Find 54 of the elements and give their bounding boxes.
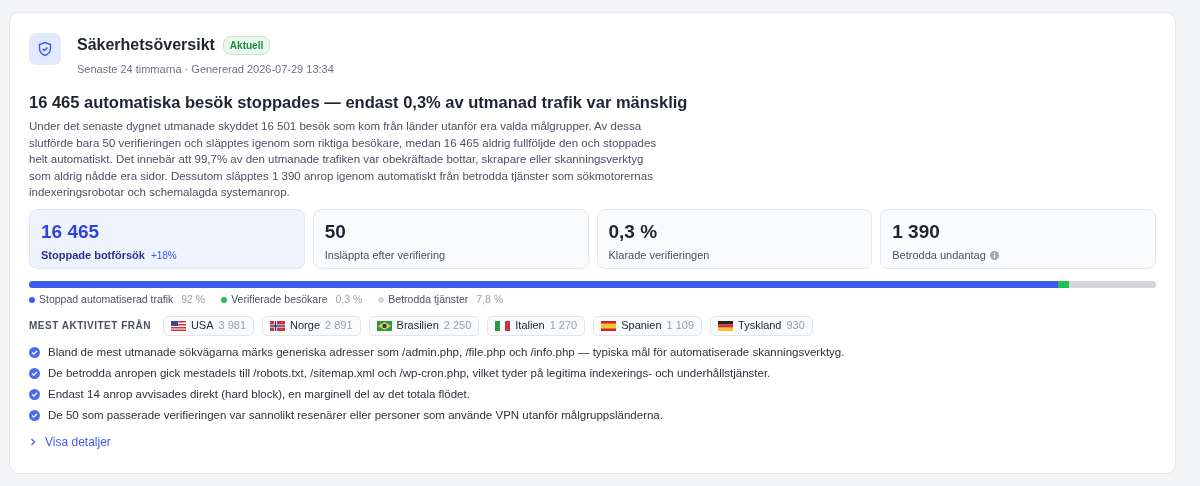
country-count: 2 891	[325, 318, 353, 334]
check-icon	[29, 367, 40, 379]
headline: 16 465 automatiska besök stoppades — endast 0,3% av utmanad trafik var mänsklig	[29, 91, 689, 113]
stat-card[interactable]: 50 Insläppta efter verifiering	[312, 208, 589, 269]
finding-text: Bland de mest utmanade sökvägarna märks generiska adresser som /admin.php, /file.php och /info.php — typiska mål för automatiserade skanningsverktyg.	[48, 344, 845, 360]
country-name: Brasilien	[396, 318, 439, 334]
shield-icon	[29, 33, 61, 65]
flag-icon	[601, 320, 617, 331]
check-icon	[29, 389, 40, 401]
stat-label: Insläppta efter verifiering	[324, 247, 446, 263]
country-count: 3 981	[218, 318, 247, 334]
flag-icon	[495, 320, 511, 331]
finding-text: De betrodda anropen gick mestadels till /robots.txt, /sitemap.xml och /wp-cron.php, vilket tyder på legitima indexerings- och underhållstjänster.	[48, 365, 771, 381]
trend-value: +18%	[150, 248, 177, 263]
legend-label: Stoppad automatiserad trafik	[39, 291, 174, 307]
legend-value: 0,3 %	[335, 291, 363, 307]
country-name: Spanien	[621, 318, 662, 334]
legend-value: 7,8 %	[476, 291, 504, 307]
country-count: 930	[786, 318, 805, 334]
stat-card[interactable]: 0,3 % Klarade verifieringen	[596, 208, 873, 269]
status-badge: Aktuell	[222, 35, 271, 55]
stat-label: Klarade verifieringen	[608, 247, 710, 263]
stat-value: 16 465	[41, 220, 101, 243]
legend-label: Verifierade besökare	[231, 291, 328, 307]
chevron-icon	[29, 437, 37, 446]
country-name: Italien	[515, 318, 545, 334]
country-name: Norge	[290, 318, 321, 334]
country-count: 1 270	[549, 318, 578, 334]
subtitle: Senaste 24 timmarna · Genererad 2026-07-29 13:34	[77, 62, 334, 77]
flag-icon	[376, 320, 392, 331]
stat-card[interactable]: 1 390 Betrodda undantag	[880, 208, 1156, 269]
stat-card[interactable]: 16 465 Stoppade botförsök +18%	[29, 208, 305, 269]
stat-value: 0,3 %	[608, 220, 659, 243]
country-name: Tyskland	[738, 318, 782, 334]
country-name: USA	[190, 318, 214, 334]
legend-label: Betrodda tjänster	[388, 291, 469, 307]
finding-text: De 50 som passerade verifieringen var sannolikt resenärer eller personer som använde VPN utanför målgruppsländerna.	[48, 408, 663, 424]
stat-value: 1 390	[892, 220, 941, 243]
stat-label: Stoppade botförsök	[41, 247, 145, 263]
section-label: MEST AKTIVITET FRÅN	[29, 318, 151, 333]
check-icon	[29, 410, 40, 422]
legend-value: 92 %	[181, 291, 206, 307]
details-link[interactable]: Visa detaljer	[29, 432, 111, 451]
stat-value: 50	[324, 220, 347, 243]
country-count: 2 250	[443, 318, 472, 334]
stat-label: Betrodda undantag	[892, 247, 986, 263]
flag-icon	[170, 320, 186, 331]
check-icon	[29, 346, 40, 358]
finding-text: Endast 14 anrop avvisades direkt (hard block), en marginell del av det totala flödet.	[48, 387, 470, 402]
country-count: 1 109	[666, 318, 695, 334]
summary-paragraph: Under det senaste dygnet utmanade skyddet 16 501 besök som kom från länder utanför era valda målgrupper. Av dessa slutförde bara 50 verifieringen och släpptes igenom som riktiga besökare, medan 16 465 aldrig fullföljde den och stoppades helt automatiskt. Det innebär att 99,7% av den utmanade trafiken var obekräftade bottar, skrapare eller skanningsverktyg som aldrig nådde era sidor. Dessutom släpptes 1 390 anrop igenom automatiskt från betrodda tjänster som sökmotorernas indexeringsrobotar och schemalagda systemanrop.	[29, 119, 658, 201]
flag-icon	[718, 320, 734, 331]
card-title: Säkerhetsöversikt	[77, 35, 215, 55]
flag-icon	[270, 320, 286, 331]
